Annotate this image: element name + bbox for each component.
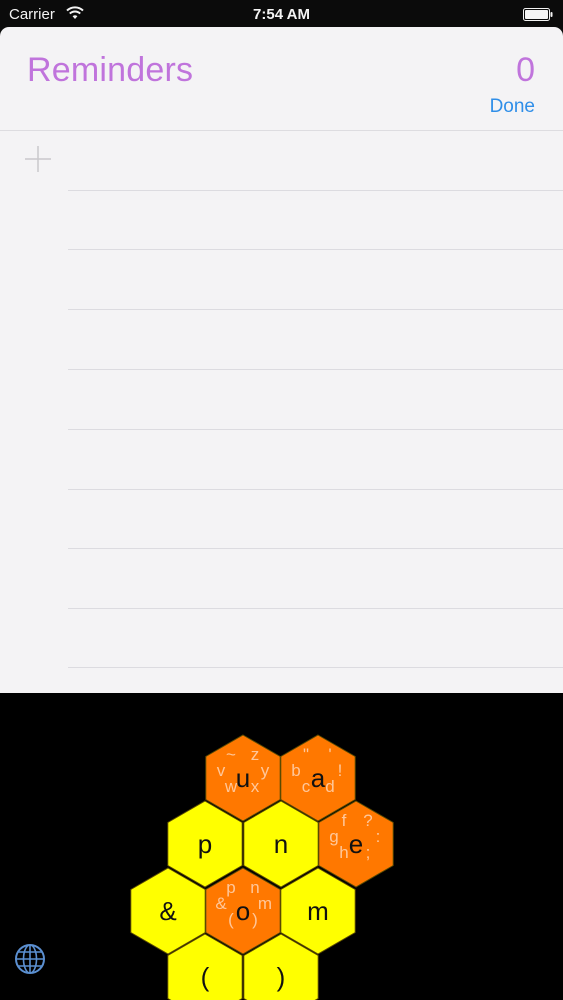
hex-key-secondary-label: y <box>261 761 270 780</box>
hex-key-label: & <box>159 896 176 926</box>
header-divider <box>0 130 563 131</box>
hex-key-secondary-label: d <box>325 777 334 796</box>
hex-key-secondary-label: p <box>226 878 235 897</box>
hex-key-label: m <box>307 896 329 926</box>
hex-key-secondary-label: ? <box>363 811 372 830</box>
hex-key-secondary-label: b <box>291 761 300 780</box>
battery-icon <box>523 8 553 21</box>
hex-key-secondary-label: g <box>329 827 338 846</box>
ruled-line <box>68 249 563 250</box>
hex-key-label: o <box>236 896 250 926</box>
status-time: 7:54 AM <box>253 6 310 23</box>
hex-key-label: ) <box>277 962 286 992</box>
ruled-line <box>68 429 563 430</box>
hex-key-secondary-label: ) <box>252 910 258 929</box>
hex-key-label: a <box>311 763 326 793</box>
hex-key-secondary-label: & <box>215 894 227 913</box>
hex-key-secondary-label: ~ <box>226 745 236 764</box>
hex-keyboard: ~ z v y w x u " ' b! c d a p n f? g: h; e & p n & m() o m() <box>0 693 563 1000</box>
done-button[interactable]: Done <box>490 96 535 118</box>
hex-key-secondary-label: z <box>251 745 260 764</box>
hex-key-secondary-label: : <box>376 827 381 846</box>
globe-icon[interactable] <box>14 943 46 975</box>
hex-key-secondary-label: h <box>339 843 348 862</box>
reminders-sheet: Reminders 0 Done <box>0 27 563 693</box>
hex-key-label: ( <box>201 962 210 992</box>
status-bar: Carrier 7:54 AM <box>0 0 563 30</box>
reminder-count: 0 <box>516 51 535 89</box>
hex-key-secondary-label: f <box>342 811 347 830</box>
ruled-line <box>68 489 563 490</box>
ruled-line <box>68 548 563 549</box>
hex-key-secondary-label: ' <box>328 745 331 764</box>
hex-key-secondary-label: c <box>302 777 311 796</box>
ruled-line <box>68 667 563 668</box>
hex-key-secondary-label: ! <box>338 761 343 780</box>
hex-key-secondary-label: ; <box>366 843 371 862</box>
ruled-line <box>68 369 563 370</box>
add-reminder-icon[interactable] <box>24 145 52 173</box>
hex-key-label: p <box>198 829 212 859</box>
hex-key-secondary-label: m <box>258 894 272 913</box>
hex-key-label: u <box>236 763 250 793</box>
hex-key-secondary-label: ( <box>228 910 234 929</box>
hex-key-secondary-label: " <box>303 745 309 764</box>
hex-keyboard-grid: ~ zv yw xu"'b !c dap nf ?g:h ;e&p n& m()o m() <box>130 734 394 1000</box>
ruled-line <box>68 190 563 191</box>
ruled-line <box>68 309 563 310</box>
hex-key-label: e <box>349 829 363 859</box>
ruled-line <box>68 608 563 609</box>
hex-key-label: n <box>274 829 288 859</box>
hex-key-secondary-label: x <box>251 777 260 796</box>
list-title: Reminders <box>27 51 194 89</box>
